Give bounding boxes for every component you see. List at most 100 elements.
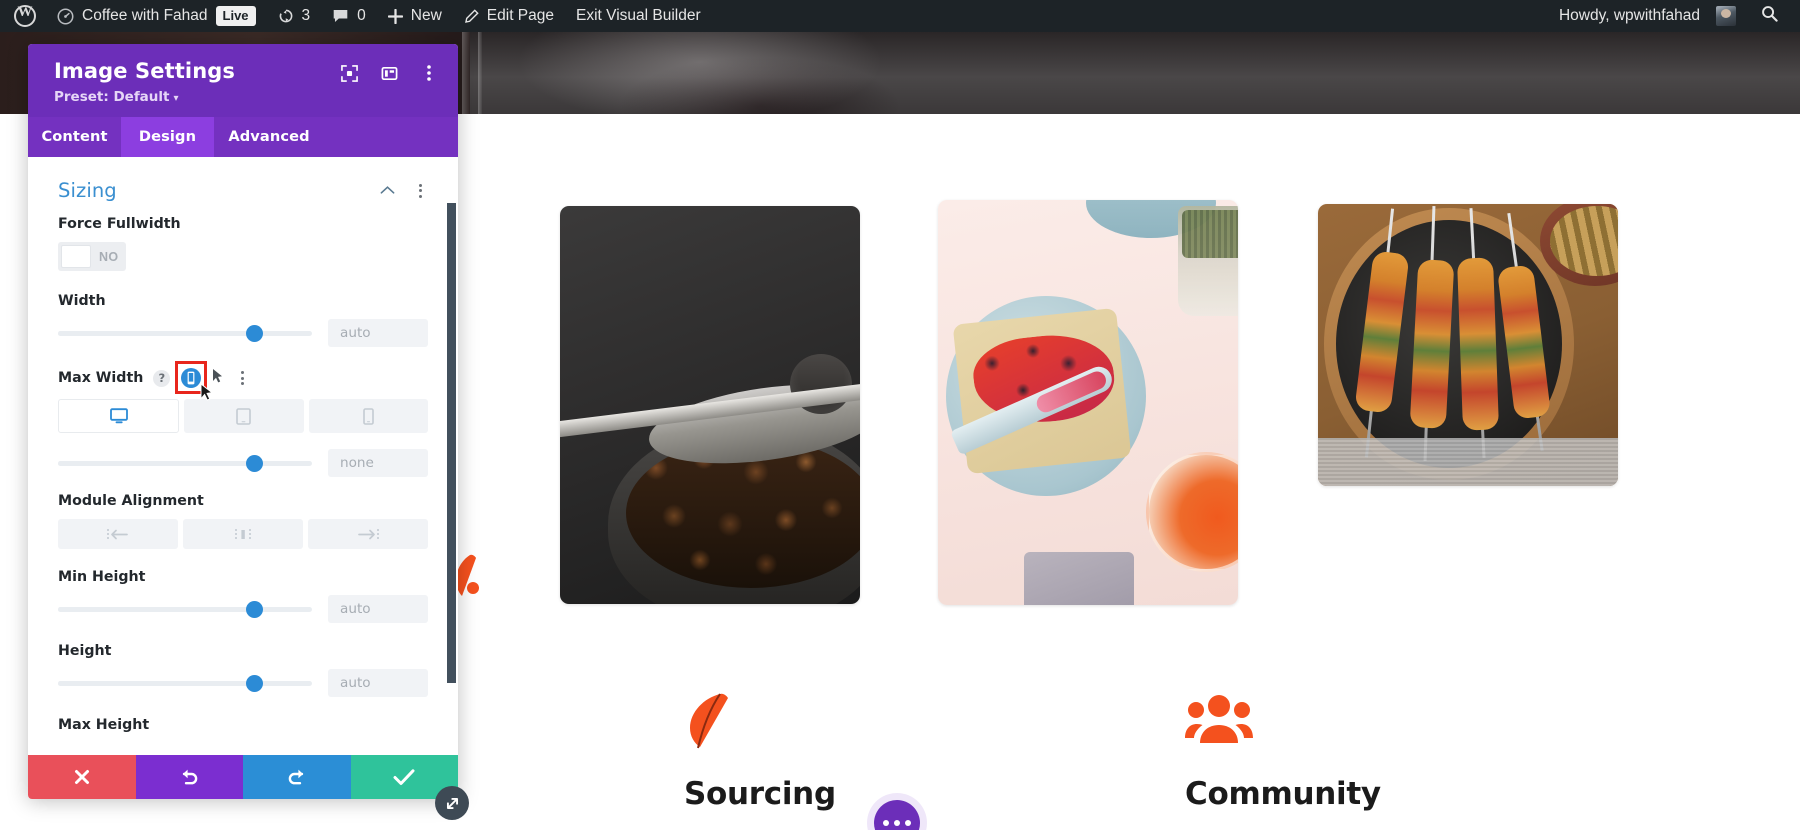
image-toast-with-jam[interactable] [938, 200, 1238, 605]
wp-admin-bar: Coffee with Fahad Live 3 0 [0, 0, 1800, 32]
modal-body: Sizing Force Fullwidth NO Width auto Max… [28, 157, 458, 755]
undo-arrow-icon [183, 769, 198, 785]
wordpress-logo-icon [14, 4, 36, 27]
chevron-down-icon: ▾ [173, 93, 179, 105]
section-sizing-header[interactable]: Sizing [58, 157, 428, 216]
responsive-phone-icon[interactable] [175, 361, 208, 395]
field-module-alignment: Module Alignment [58, 493, 428, 550]
blurb-community[interactable]: Community [1185, 692, 1381, 812]
cancel-button[interactable] [28, 755, 136, 799]
label-width: Width [58, 293, 106, 310]
height-slider-thumb[interactable] [245, 674, 263, 692]
blurb-title-community: Community [1185, 776, 1381, 812]
new-label: New [410, 7, 442, 24]
min-height-slider-thumb[interactable] [245, 600, 263, 618]
blurb-sourcing[interactable]: Sourcing [684, 692, 836, 812]
width-slider[interactable] [58, 324, 312, 342]
settings-list: Sizing Force Fullwidth NO Width auto Max… [28, 157, 458, 755]
admin-bar-right: Howdy, wpwithfahad [1548, 0, 1800, 32]
comments-count: 0 [357, 7, 366, 24]
max-width-slider[interactable] [58, 454, 312, 472]
modal-tabs: Content Design Advanced [28, 117, 458, 158]
people-group-icon [1185, 692, 1381, 754]
label-min-height: Min Height [58, 569, 146, 586]
help-question-icon[interactable]: ? [153, 369, 171, 387]
max-width-slider-thumb[interactable] [245, 454, 263, 472]
field-width: Width auto [58, 293, 428, 348]
more-options-icon[interactable] [420, 64, 438, 82]
max-width-input[interactable]: none [328, 449, 428, 478]
tab-design[interactable]: Design [121, 117, 214, 158]
max-width-options-icon[interactable] [234, 369, 250, 387]
field-min-height: Min Height auto [58, 569, 428, 624]
preset-selector[interactable]: Preset: Default ▾ [54, 89, 235, 105]
align-center-icon[interactable] [183, 519, 303, 550]
width-input[interactable]: auto [328, 319, 428, 348]
toggle-value: NO [99, 249, 119, 264]
undo-button[interactable] [135, 755, 243, 799]
hover-cursor-icon[interactable] [212, 368, 224, 388]
field-max-height: Max Height [58, 717, 428, 733]
section-title-sizing: Sizing [58, 179, 117, 203]
tab-advanced[interactable]: Advanced [214, 117, 324, 157]
exit-visual-builder-label: Exit Visual Builder [576, 7, 701, 24]
label-module-alignment: Module Alignment [58, 493, 204, 510]
panel-scrollbar[interactable] [447, 203, 456, 684]
height-input[interactable]: auto [328, 669, 428, 698]
search-icon[interactable] [1747, 5, 1790, 27]
image-chicken-skewers[interactable] [1318, 204, 1618, 486]
site-name-menu[interactable]: Coffee with Fahad Live [46, 0, 267, 32]
page-title: Image Settings [54, 59, 235, 83]
ellipsis-icon [883, 820, 889, 826]
updates-menu[interactable]: 3 [267, 0, 322, 32]
exit-visual-builder-menu[interactable]: Exit Visual Builder [565, 0, 712, 32]
min-height-slider[interactable] [58, 600, 312, 618]
align-right-icon[interactable] [308, 519, 428, 550]
section-options-icon[interactable] [412, 182, 428, 200]
chevron-up-icon[interactable] [380, 182, 395, 200]
pencil-icon [464, 8, 479, 23]
width-slider-thumb[interactable] [245, 324, 263, 342]
redo-arrow-icon [288, 769, 303, 785]
tablet-icon[interactable] [184, 399, 304, 434]
field-max-width: Max Width ? none [58, 361, 428, 478]
avatar [1716, 6, 1736, 26]
min-height-input[interactable]: auto [328, 595, 428, 624]
checkmark-icon [393, 769, 415, 785]
leaf-icon [684, 692, 836, 754]
site-name-label: Coffee with Fahad [82, 7, 208, 24]
redo-button[interactable] [243, 755, 351, 799]
label-height: Height [58, 643, 112, 660]
height-slider[interactable] [58, 674, 312, 692]
force-fullwidth-toggle[interactable]: NO [58, 242, 126, 272]
howdy-label: Howdy, wpwithfahad [1558, 7, 1700, 24]
modal-header: Image Settings Preset: Default ▾ [28, 44, 458, 118]
desktop-icon[interactable] [58, 399, 180, 434]
align-left-icon[interactable] [58, 519, 178, 550]
my-account-menu[interactable]: Howdy, wpwithfahad [1548, 0, 1747, 32]
split-layout-icon[interactable] [380, 64, 398, 82]
field-height: Height auto [58, 643, 428, 698]
blurb-title-sourcing: Sourcing [684, 776, 836, 812]
edit-page-menu[interactable]: Edit Page [453, 0, 565, 32]
dashboard-icon [57, 8, 74, 24]
screen-root: Coffee with Fahad Live 3 0 [0, 0, 1800, 830]
updates-count: 3 [301, 7, 311, 24]
label-force-fullwidth: Force Fullwidth [58, 216, 181, 233]
wordpress-logo-menu[interactable] [0, 0, 46, 32]
phone-icon[interactable] [308, 399, 428, 434]
expand-view-icon[interactable] [340, 64, 358, 82]
new-content-menu[interactable]: New [377, 0, 453, 32]
resize-diagonal-icon[interactable] [435, 786, 469, 820]
label-max-height: Max Height [58, 717, 150, 734]
admin-bar-left: Coffee with Fahad Live 3 0 [0, 0, 712, 32]
updates-icon [279, 9, 292, 23]
field-force-fullwidth: Force Fullwidth NO [58, 216, 428, 273]
tab-content[interactable]: Content [28, 117, 121, 157]
image-coffee-grinder[interactable] [560, 206, 860, 604]
preset-label: Preset: Default [54, 89, 170, 106]
toggle-knob [61, 245, 91, 269]
comments-menu[interactable]: 0 [321, 0, 377, 32]
image-settings-modal: Image Settings Preset: Default ▾ Content… [28, 44, 458, 799]
comment-bubble-icon [333, 10, 348, 22]
